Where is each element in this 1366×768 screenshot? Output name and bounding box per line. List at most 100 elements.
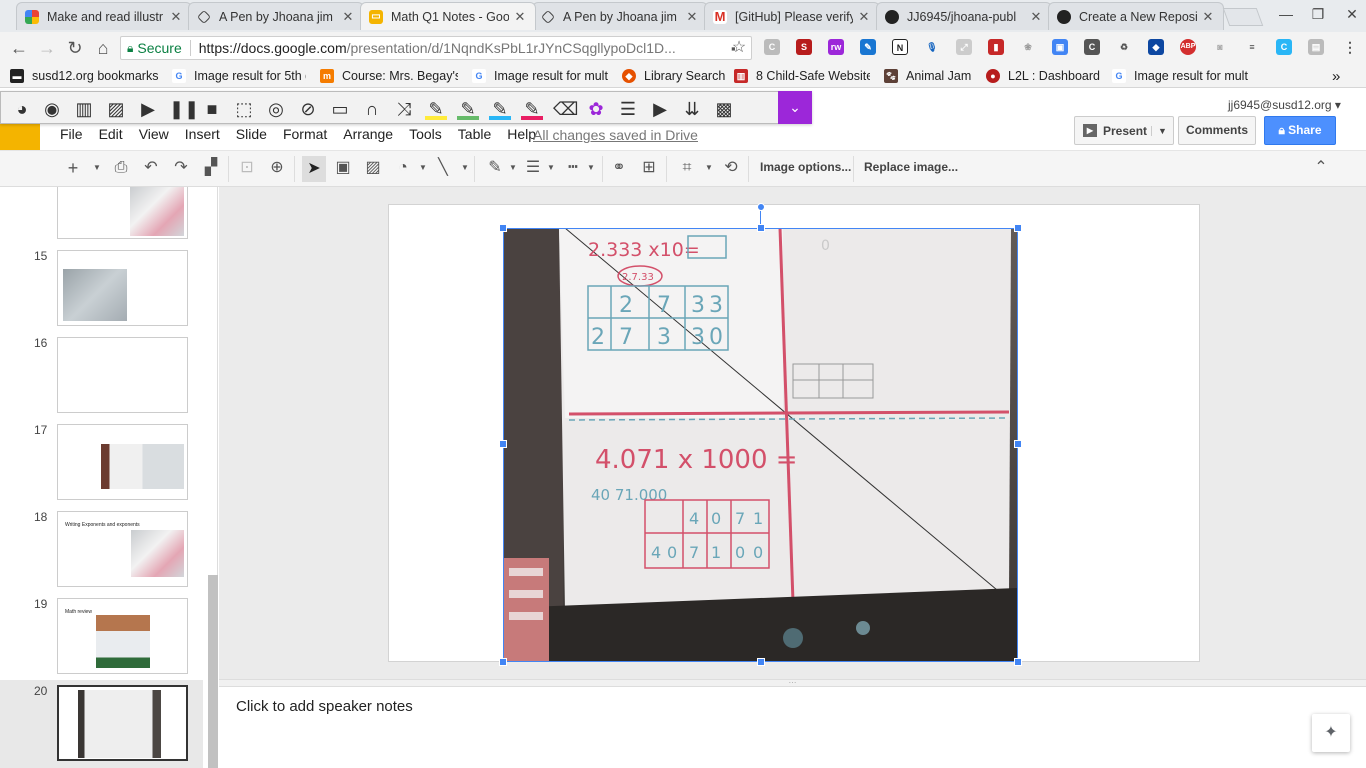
close-tab-icon[interactable]: ✕ — [169, 9, 183, 25]
bookmark-item[interactable]: ▥ 8 Child-Safe Website — [734, 67, 870, 85]
color-wheel-icon[interactable]: ✿ — [585, 98, 607, 120]
bookmark-item[interactable]: G Image result for 5th g — [172, 67, 306, 85]
browser-tab[interactable]: JJ6945/jhoana-publ ✕ — [876, 2, 1052, 30]
extension-icon[interactable]: ◆ — [1148, 39, 1164, 55]
resize-handle[interactable] — [1014, 658, 1022, 666]
present-button[interactable]: ▶ Present ▼ — [1074, 116, 1174, 145]
browser-tab-active[interactable]: ▭ Math Q1 Notes - Goo ✕ — [360, 2, 536, 30]
stop-icon[interactable]: ■ — [201, 98, 223, 120]
reset-image-icon[interactable]: ⟲ — [720, 158, 742, 178]
close-tab-icon[interactable]: ✕ — [857, 9, 871, 25]
browser-tab[interactable]: Make and read illustr ✕ — [16, 2, 192, 30]
close-tab-icon[interactable]: ✕ — [1029, 9, 1043, 25]
filmstrip-scrollbar[interactable] — [208, 575, 218, 768]
resize-handle[interactable] — [1014, 440, 1022, 448]
browser-tab[interactable]: A Pen by Jhoana jim ✕ — [532, 2, 708, 30]
extension-icon[interactable]: S — [796, 39, 812, 55]
rotate-handle[interactable] — [757, 203, 765, 211]
menu-arrange[interactable]: Arrange — [343, 126, 393, 146]
menu-insert[interactable]: Insert — [185, 126, 220, 146]
list-icon[interactable]: ☰ — [617, 98, 639, 120]
explore-icon[interactable]: ✦ — [1312, 714, 1350, 752]
undo-icon[interactable]: ↶ — [140, 158, 162, 178]
slide-thumbnail[interactable] — [57, 424, 188, 500]
chevron-down-icon[interactable]: ▼ — [540, 158, 562, 178]
speech-bubble-icon[interactable]: ◉ — [41, 98, 63, 120]
save-status[interactable]: All changes saved in Drive — [533, 127, 698, 143]
highlighter-yellow-icon[interactable]: ✎ — [425, 98, 447, 120]
bookmark-item[interactable]: G Image result for mult — [472, 67, 608, 85]
extension-icon[interactable]: ▣ — [1052, 39, 1068, 55]
menu-view[interactable]: View — [139, 126, 169, 146]
chevron-down-icon[interactable]: ▼ — [412, 158, 434, 178]
text-box-icon[interactable]: ▣ — [332, 158, 354, 178]
recycle-icon[interactable]: ♻ — [1116, 39, 1132, 55]
address-bar[interactable]: 🔒︎ Secure https://docs.google.com/presen… — [120, 36, 752, 60]
home-icon[interactable]: ⌂ — [92, 38, 114, 58]
crop-icon[interactable]: ⌗ — [676, 158, 698, 178]
new-tab-button[interactable] — [1222, 8, 1264, 26]
close-tab-icon[interactable]: ✕ — [341, 9, 355, 25]
chevron-down-icon[interactable]: ▼ — [580, 158, 602, 178]
camera-icon[interactable]: ◙ — [1212, 39, 1228, 55]
chevron-down-icon[interactable]: ▼ — [502, 158, 524, 178]
minimize-icon[interactable]: — — [1274, 6, 1298, 24]
browser-tab[interactable]: Create a New Reposi ✕ — [1048, 2, 1224, 30]
extension-icon[interactable]: ❀ — [1020, 39, 1036, 55]
menu-edit[interactable]: Edit — [99, 126, 123, 146]
book-icon[interactable]: ▥ — [73, 98, 95, 120]
bookmark-item[interactable]: m Course: Mrs. Begay's — [320, 67, 458, 85]
image-options-button[interactable]: Image options... — [760, 160, 851, 174]
extension-icon[interactable]: ▮ — [988, 39, 1004, 55]
bookmark-item[interactable]: ◆ Library Search — [622, 67, 725, 85]
forward-arrow-icon[interactable]: → — [36, 38, 58, 58]
chevron-down-icon[interactable]: ▼ — [698, 158, 720, 178]
redo-icon[interactable]: ↷ — [170, 158, 192, 178]
screen-select-icon[interactable]: ⬚ — [233, 98, 255, 120]
audio-maker-icon[interactable]: ◎ — [265, 98, 287, 120]
chevron-up-icon[interactable]: ⌃ — [1310, 158, 1332, 178]
bookmark-item[interactable]: G Image result for mult — [1112, 67, 1248, 85]
monitor-icon[interactable]: ▭ — [329, 98, 351, 120]
briefcase-icon[interactable]: ▩ — [713, 98, 735, 120]
video-icon[interactable]: ▶ — [649, 98, 671, 120]
resize-handle[interactable] — [499, 658, 507, 666]
bookmark-star-icon[interactable]: ☆ — [728, 38, 750, 58]
comments-button[interactable]: Comments — [1178, 116, 1256, 145]
chrome-menu-icon[interactable]: ⋮ — [1342, 39, 1358, 55]
eraser-icon[interactable]: ⌫ — [553, 98, 578, 120]
extension-icon[interactable]: C — [1276, 39, 1292, 55]
menu-help[interactable]: Help — [507, 126, 536, 146]
link-icon[interactable]: ⚭ — [608, 158, 630, 178]
slide-thumbnail-selected[interactable] — [57, 685, 188, 761]
slide-thumbnail[interactable] — [57, 187, 188, 239]
speaker-notes-placeholder[interactable]: Click to add speaker notes — [236, 698, 413, 715]
resize-handle[interactable] — [499, 440, 507, 448]
back-arrow-icon[interactable]: ← — [8, 38, 30, 58]
extension-icon[interactable]: C — [1084, 39, 1100, 55]
picture-icon[interactable]: ▨ — [105, 98, 127, 120]
browser-tab[interactable]: M [GitHub] Please verify ✕ — [704, 2, 880, 30]
resize-handle[interactable] — [757, 658, 765, 666]
add-comment-icon[interactable]: ⊞ — [638, 158, 660, 178]
resize-handle[interactable] — [1014, 224, 1022, 232]
close-tab-icon[interactable]: ✕ — [685, 9, 699, 25]
slide-thumbnail[interactable]: Math review — [57, 598, 188, 674]
bookmark-item[interactable]: ● L2L : Dashboard — [986, 67, 1100, 85]
adblock-icon[interactable]: ABP — [1180, 39, 1196, 55]
paint-format-icon[interactable]: ▞ — [200, 158, 222, 178]
bookmarks-overflow-icon[interactable]: » — [1332, 67, 1340, 85]
share-button[interactable]: 🔒︎ Share — [1264, 116, 1336, 145]
highlighter-pink-icon[interactable]: ✎ — [521, 98, 543, 120]
new-slide-icon[interactable]: + — [62, 158, 84, 178]
resize-handle[interactable] — [757, 224, 765, 232]
extension-icon[interactable]: ⤢ — [956, 39, 972, 55]
select-arrow-icon[interactable]: ➤ — [302, 156, 326, 182]
voice-icon[interactable]: ◕ — [11, 98, 33, 120]
image-icon[interactable]: ▨ — [362, 158, 384, 178]
play-icon[interactable]: ▶ — [137, 98, 159, 120]
maximize-icon[interactable]: ❐ — [1306, 6, 1330, 24]
microphone-icon[interactable]: 🎙︎ — [924, 39, 940, 55]
pause-icon[interactable]: ❚❚ — [169, 98, 199, 120]
chevron-down-icon[interactable]: ⌄ — [778, 91, 812, 124]
